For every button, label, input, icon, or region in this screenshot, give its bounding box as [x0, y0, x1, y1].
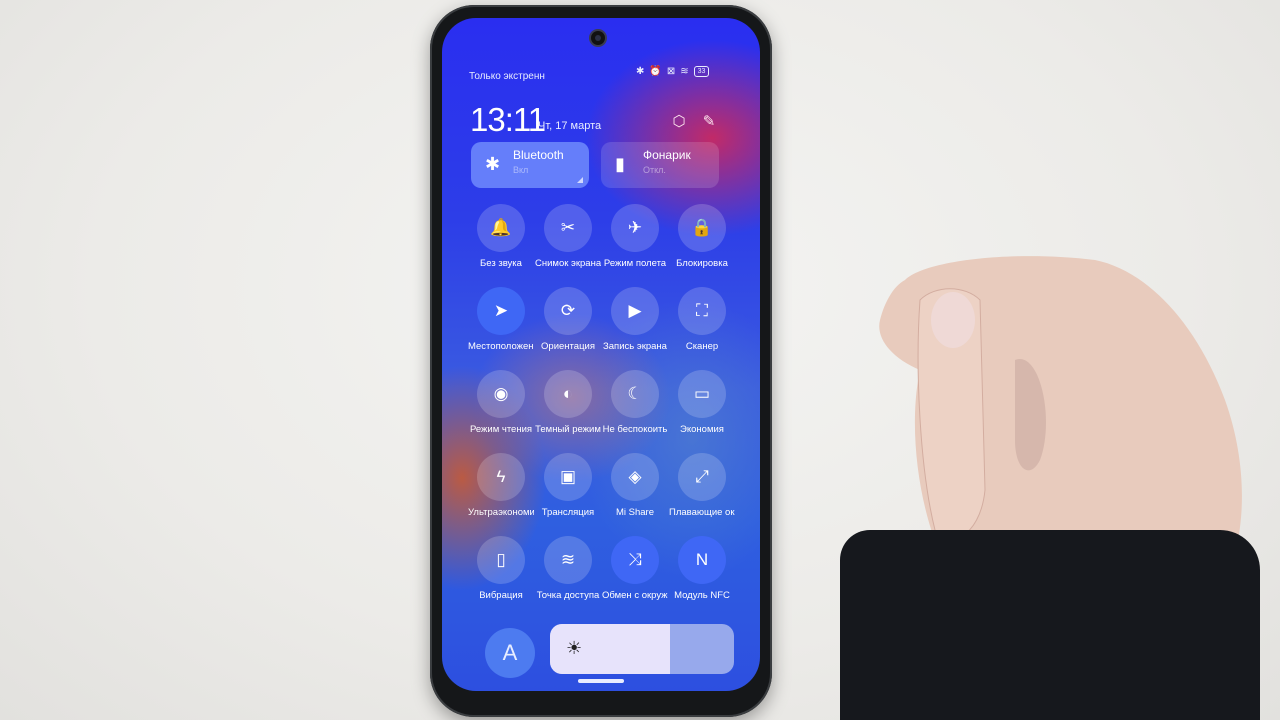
toggle-icon[interactable]: ➤ [477, 287, 525, 335]
toggle-icon[interactable]: ⟳ [544, 287, 592, 335]
toggle-точка-доступа[interactable]: ≋ Точка доступа [535, 536, 601, 619]
toggle-label: Местоположение [468, 341, 534, 352]
expand-corner-icon[interactable] [577, 177, 583, 183]
auto-brightness-button[interactable]: A [485, 628, 535, 678]
tile-title: Фонарик [643, 148, 691, 162]
toggle-модуль-nfc[interactable]: N Модуль NFC [669, 536, 735, 619]
toggle-снимок-экрана[interactable]: ✂ Снимок экрана [535, 204, 601, 287]
toggle-режим-чтения[interactable]: ◉ Режим чтения [468, 370, 534, 453]
notification-mode: Только экстренн [469, 71, 545, 82]
toggle-row: ➤ Местоположение ⟳ Ориентация ▶ Запись экрана… [468, 287, 748, 370]
edit-icon[interactable]: ✎ [700, 113, 718, 131]
bluetooth-tile[interactable]: ✱ Bluetooth Вкл [471, 142, 589, 188]
toggle-ультраэкономия[interactable]: ϟ Ультраэкономия [468, 453, 534, 536]
toggle-icon[interactable]: ◐ [544, 370, 592, 418]
toggle-label: Модуль NFC [674, 590, 730, 601]
toggle-icon[interactable]: ⤨ [611, 536, 659, 584]
toggle-вибрация[interactable]: ▯ Вибрация [468, 536, 534, 619]
toggle-экономия[interactable]: ▭ Экономия [669, 370, 735, 453]
tile-status: Вкл [513, 165, 529, 175]
toggle-row: ◉ Режим чтения ◐ Темный режим ☾ Не беспокоить… [468, 370, 748, 453]
toggle-label: Трансляция [541, 507, 595, 518]
toggle-трансляция[interactable]: ▣ Трансляция [535, 453, 601, 536]
toggle-плавающие-окна[interactable]: ⤢ Плавающие окна [669, 453, 735, 536]
toggle-label: Экономия [680, 424, 724, 435]
toggle-icon[interactable]: ☾ [611, 370, 659, 418]
toggle-блокировка[interactable]: 🔒 Блокировка [669, 204, 735, 287]
settings-icon[interactable]: ⬡ [670, 113, 688, 131]
toggle-label: Сканер [685, 341, 719, 352]
toggle-сканер[interactable]: ⛶ Сканер [669, 287, 735, 370]
no-sim-icon: ⊠ [666, 66, 676, 77]
toggle-запись-экрана[interactable]: ▶ Запись экрана [602, 287, 668, 370]
toggle-icon[interactable]: ≋ [544, 536, 592, 584]
toggle-row: 🔔 Без звука ✂ Снимок экрана ✈ Режим полета 🔒 Бл… [468, 204, 748, 287]
toggle-icon[interactable]: ✂ [544, 204, 592, 252]
bluetooth-icon: ✱ [636, 66, 645, 77]
toggle-label: Режим чтения [469, 424, 533, 435]
toggle-icon[interactable]: N [678, 536, 726, 584]
brightness-icon: ☀ [566, 638, 583, 658]
status-icons: ✱ ⏰ ⊠ ≋ 33 [636, 66, 710, 77]
toggle-label: Блокировка [676, 258, 728, 269]
toggle-icon[interactable]: ϟ [477, 453, 525, 501]
flashlight-icon: ▮ [615, 154, 625, 174]
toggle-icon[interactable]: ◈ [611, 453, 659, 501]
toggle-icon[interactable]: ▣ [544, 453, 592, 501]
toggle-label: Точка доступа [536, 590, 600, 601]
clock: 13:11 [470, 101, 546, 138]
wifi-icon: ≋ [680, 66, 689, 77]
toggle-icon[interactable]: 🔒 [678, 204, 726, 252]
toggle-label: Запись экрана [603, 341, 667, 352]
toggle-label: Темный режим [535, 424, 601, 435]
tile-title: Bluetooth [513, 148, 564, 162]
bluetooth-icon: ✱ [485, 154, 501, 174]
brightness-slider[interactable]: ☀ [550, 624, 734, 674]
home-indicator[interactable] [578, 679, 624, 683]
phone: Только экстренн ✱ ⏰ ⊠ ≋ 33 13:11 Чт, 17 … [430, 5, 772, 717]
date: Чт, 17 марта [538, 120, 602, 132]
toggle-grid: 🔔 Без звука ✂ Снимок экрана ✈ Режим полета 🔒 Бл… [468, 204, 748, 619]
toggle-icon[interactable]: ▶ [611, 287, 659, 335]
toggle-обмен-с-окружением[interactable]: ⤨ Обмен с окружением [602, 536, 668, 619]
front-camera [591, 31, 605, 45]
toggle-ориентация[interactable]: ⟳ Ориентация [535, 287, 601, 370]
toggle-icon[interactable]: ▭ [678, 370, 726, 418]
toggle-label: Ультраэкономия [468, 507, 534, 518]
toggle-label: Обмен с окружением [602, 590, 668, 601]
toggle-row: ϟ Ультраэкономия ▣ Трансляция ◈ Mi Share ⤢ Плав… [468, 453, 748, 536]
toggle-icon[interactable]: ▯ [477, 536, 525, 584]
toggle-темный-режим[interactable]: ◐ Темный режим [535, 370, 601, 453]
toggle-label: Вибрация [479, 590, 523, 601]
toggle-icon[interactable]: ⛶ [678, 287, 726, 335]
toggle-label: Mi Share [615, 507, 654, 518]
toggle-row: ▯ Вибрация ≋ Точка доступа ⤨ Обмен с окружени… [468, 536, 748, 619]
toggle-icon[interactable]: 🔔 [477, 204, 525, 252]
alarm-icon: ⏰ [649, 66, 662, 77]
toggle-label: Ориентация [541, 341, 595, 352]
toggle-без-звука[interactable]: 🔔 Без звука [468, 204, 534, 287]
toggle-mi-share[interactable]: ◈ Mi Share [602, 453, 668, 536]
toggle-icon[interactable]: ✈ [611, 204, 659, 252]
sweater-sleeve [840, 530, 1260, 720]
flashlight-tile[interactable]: ▮ Фонарик Откл. [601, 142, 719, 188]
toggle-местоположение[interactable]: ➤ Местоположение [468, 287, 534, 370]
toggle-label: Не беспокоить [602, 424, 668, 435]
tile-status: Откл. [643, 165, 666, 175]
toggle-не-беспокоить[interactable]: ☾ Не беспокоить [602, 370, 668, 453]
toggle-label: Снимок экрана [535, 258, 601, 269]
toggle-label: Плавающие окна [669, 507, 735, 518]
toggle-icon[interactable]: ◉ [477, 370, 525, 418]
control-center: Только экстренн ✱ ⏰ ⊠ ≋ 33 13:11 Чт, 17 … [442, 18, 760, 691]
toggle-icon[interactable]: ⤢ [678, 453, 726, 501]
toggle-label: Без звука [480, 258, 522, 269]
battery-icon: 33 [693, 66, 710, 77]
toggle-label: Режим полета [603, 258, 667, 269]
toggle-режим-полета[interactable]: ✈ Режим полета [602, 204, 668, 287]
